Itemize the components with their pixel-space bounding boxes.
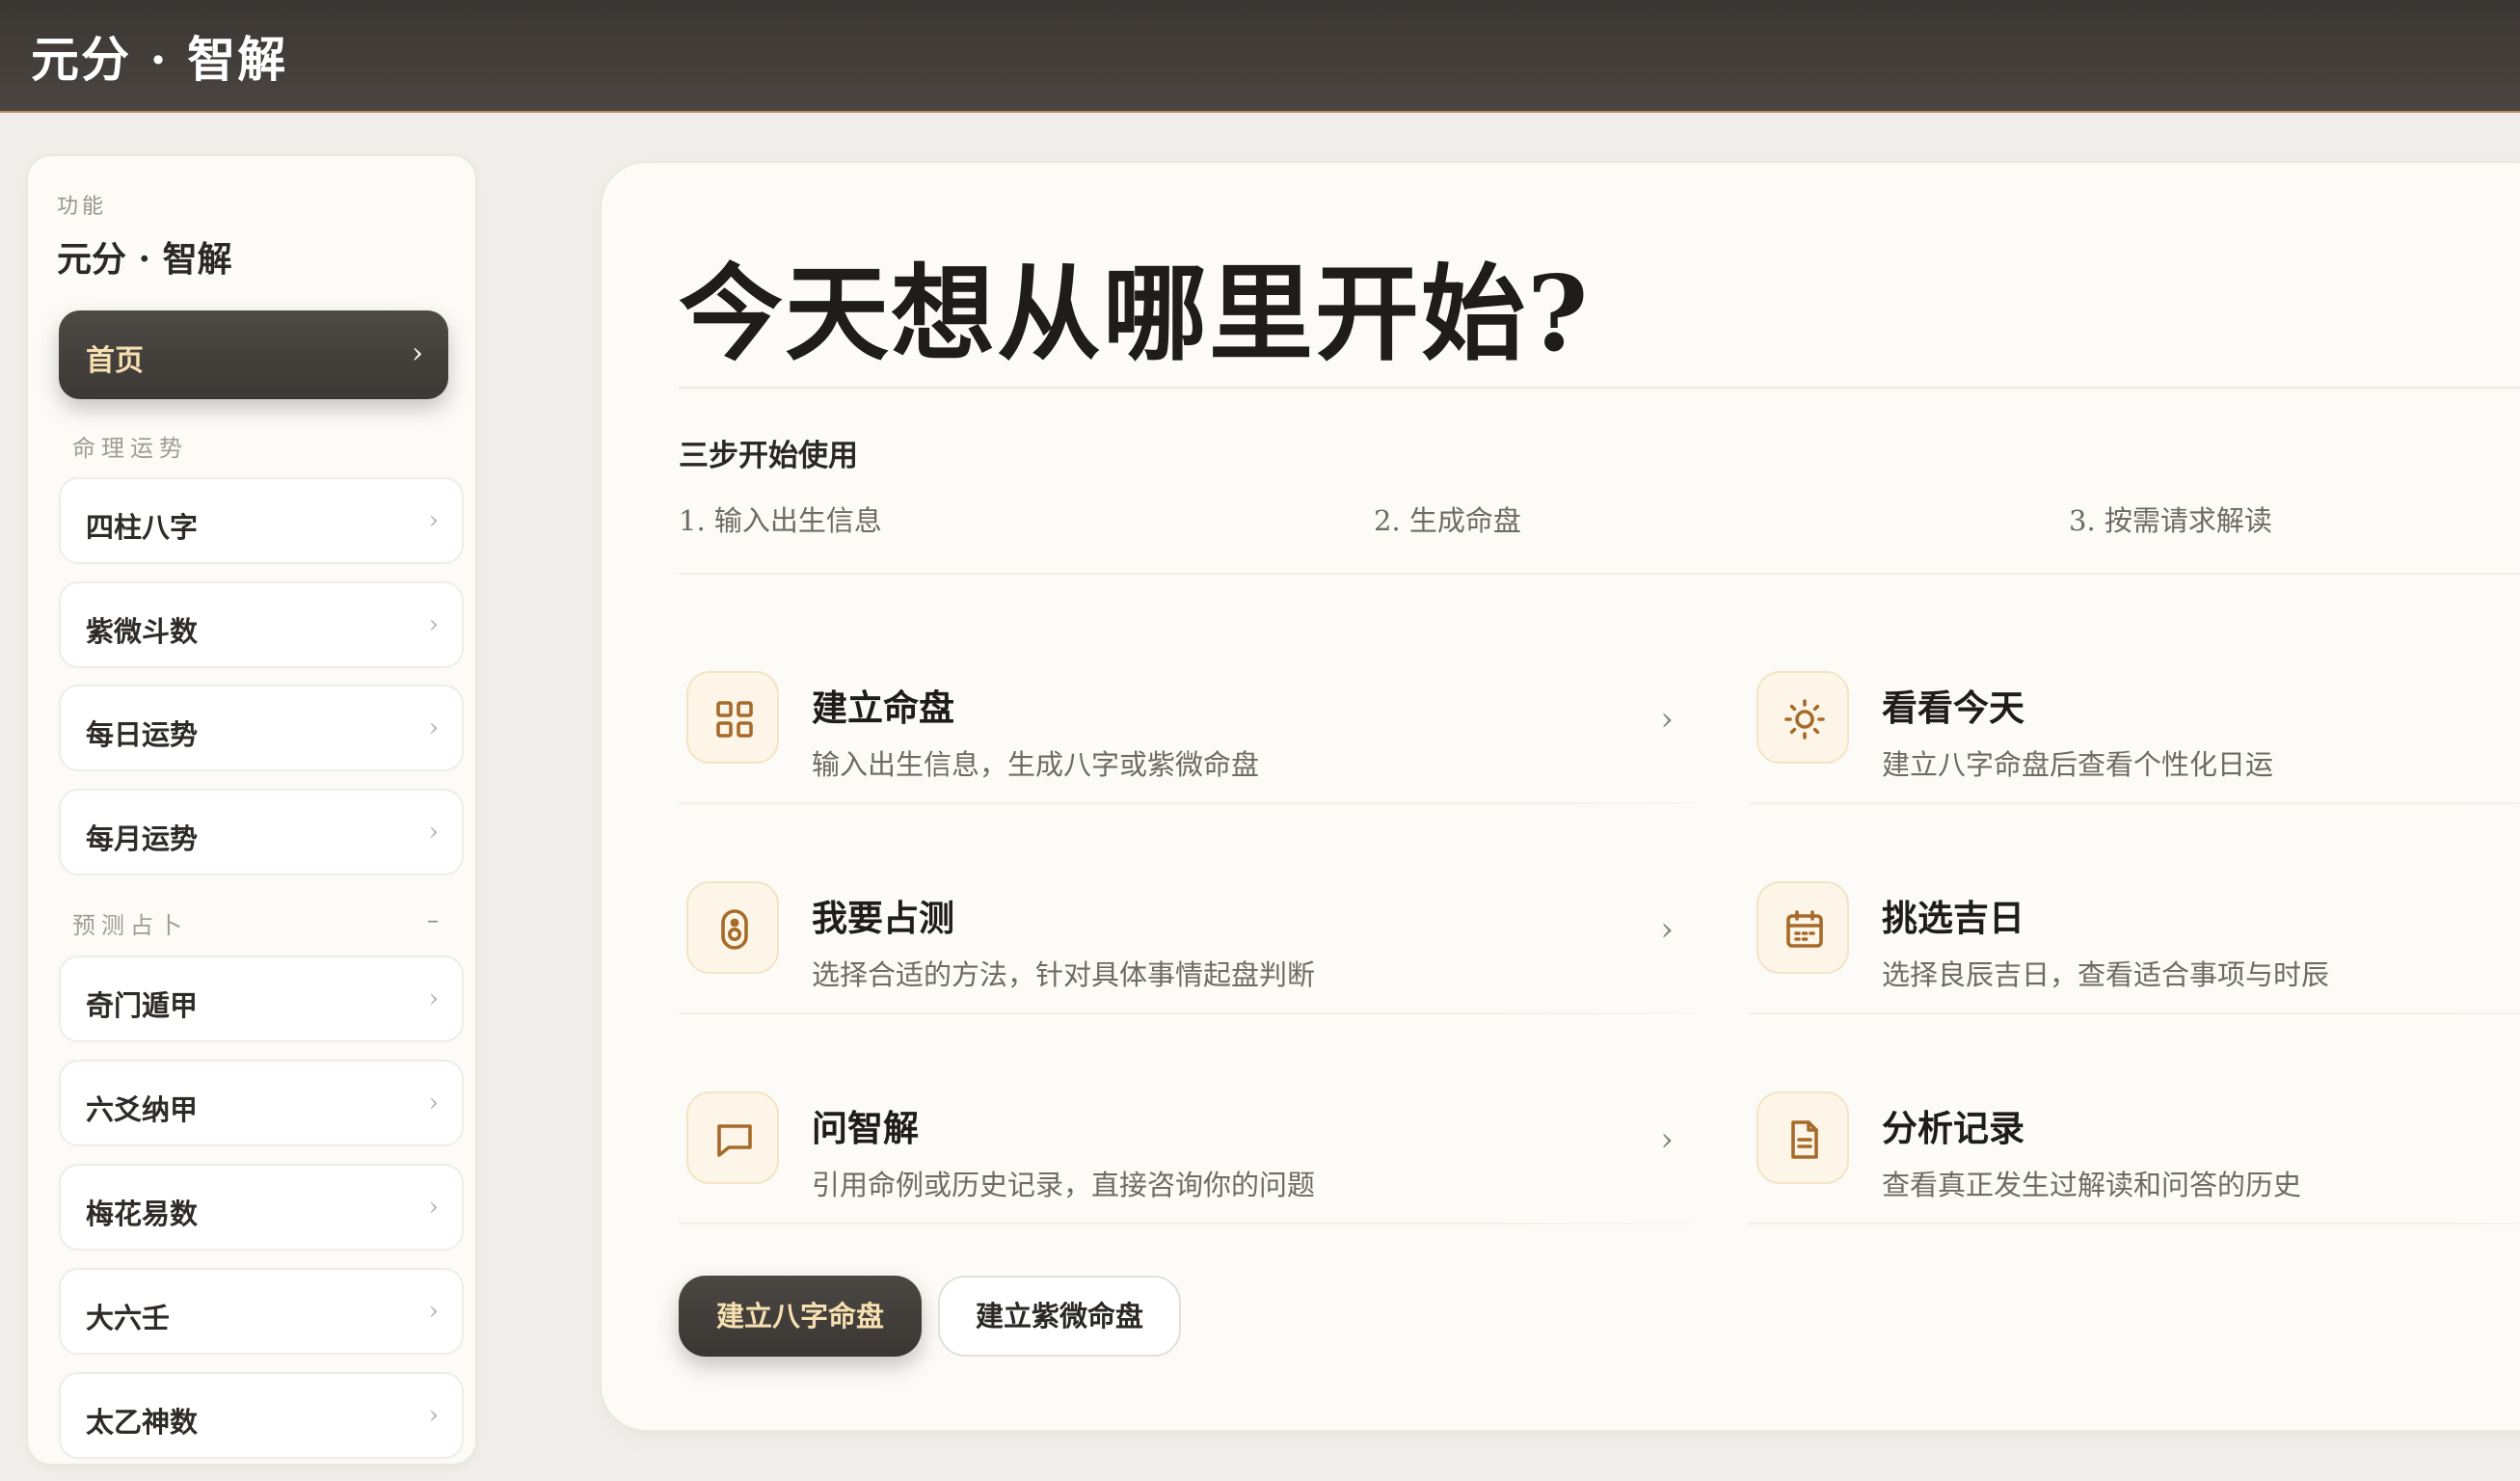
sidebar-item-taiyi[interactable]: 太乙神数 › bbox=[59, 1372, 464, 1459]
card-records[interactable]: 分析记录 查看真正发生过解读和问答的历史 bbox=[1749, 1070, 2520, 1225]
chevron-right-icon: › bbox=[428, 1401, 439, 1430]
card-description: 建立八字命盘后查看个性化日运 bbox=[1882, 748, 2274, 781]
divider bbox=[679, 802, 1695, 804]
chat-icon bbox=[686, 1091, 779, 1184]
create-bazi-chart-button[interactable]: 建立八字命盘 bbox=[679, 1276, 922, 1357]
divider bbox=[679, 387, 2520, 389]
chevron-right-icon: › bbox=[1660, 910, 1674, 949]
sidebar-item-monthly-fortune[interactable]: 每月运势 › bbox=[59, 789, 464, 875]
card-title: 我要占测 bbox=[812, 897, 954, 939]
chevron-right-icon: › bbox=[428, 984, 439, 1013]
divider bbox=[679, 1012, 1695, 1014]
chevron-right-icon: › bbox=[428, 1297, 439, 1326]
sidebar-item-ziwei[interactable]: 紫微斗数 › bbox=[59, 581, 464, 668]
divider bbox=[1749, 802, 2520, 804]
sidebar-item-label: 四柱八字 bbox=[86, 511, 199, 544]
sidebar-item-label: 每月运势 bbox=[86, 822, 199, 855]
collapse-icon[interactable]: – bbox=[427, 906, 439, 933]
chevron-right-icon: › bbox=[1660, 700, 1674, 739]
chevron-right-icon: › bbox=[428, 1193, 439, 1222]
divider bbox=[679, 573, 2520, 575]
card-auspicious-day[interactable]: 挑选吉日 选择良辰吉日，查看适合事项与时辰 bbox=[1749, 860, 2520, 1014]
app-title: 元分 · 智解 bbox=[31, 31, 288, 88]
card-description: 输入出生信息，生成八字或紫微命盘 bbox=[812, 748, 1260, 781]
sidebar-title: 元分 · 智解 bbox=[57, 239, 232, 280]
steps-title: 三步开始使用 bbox=[679, 439, 858, 473]
card-description: 引用命例或历史记录，直接咨询你的问题 bbox=[812, 1169, 1316, 1201]
sidebar-item-label: 每日运势 bbox=[86, 718, 199, 751]
sidebar-item-label: 梅花易数 bbox=[86, 1198, 199, 1230]
card-divination[interactable]: 我要占测 选择合适的方法，针对具体事情起盘判断 › bbox=[679, 860, 1695, 1014]
sidebar-item-qimen[interactable]: 奇门遁甲 › bbox=[59, 956, 464, 1042]
card-ask[interactable]: 问智解 引用命例或历史记录，直接咨询你的问题 › bbox=[679, 1070, 1695, 1225]
divider bbox=[1749, 1012, 2520, 1014]
card-description: 选择良辰吉日，查看适合事项与时辰 bbox=[1882, 958, 2330, 991]
sidebar-section-fortune: 命理运势 bbox=[72, 429, 188, 463]
step-3: 3. 按需请求解读 bbox=[2069, 504, 2272, 537]
card-title: 看看今天 bbox=[1882, 687, 2024, 729]
main-panel: 今天想从哪里开始? 三步开始使用 1. 输入出生信息 2. 生成命盘 3. 按需… bbox=[600, 161, 2520, 1432]
divider bbox=[679, 1223, 1695, 1225]
section-label: 命理运势 bbox=[72, 435, 188, 462]
card-title: 分析记录 bbox=[1882, 1107, 2024, 1149]
document-icon bbox=[1756, 1091, 1849, 1184]
sidebar-item-label: 大六壬 bbox=[86, 1302, 171, 1334]
step-2: 2. 生成命盘 bbox=[1374, 504, 1521, 537]
card-description: 选择合适的方法，针对具体事情起盘判断 bbox=[812, 958, 1316, 991]
sidebar-item-meihua[interactable]: 梅花易数 › bbox=[59, 1164, 464, 1251]
card-title: 问智解 bbox=[812, 1107, 919, 1149]
sidebar-item-bazi[interactable]: 四柱八字 › bbox=[59, 477, 464, 564]
sidebar-section-divination[interactable]: 预测占卜 – bbox=[72, 906, 439, 940]
chevron-right-icon: › bbox=[1660, 1120, 1674, 1159]
step-1: 1. 输入出生信息 bbox=[679, 504, 882, 537]
divider bbox=[1749, 1223, 2520, 1225]
section-label: 预测占卜 bbox=[72, 912, 188, 939]
chevron-right-icon: › bbox=[428, 1089, 439, 1117]
grid-icon bbox=[686, 671, 779, 764]
card-title: 建立命盘 bbox=[812, 687, 954, 729]
sidebar-item-label: 首页 bbox=[86, 344, 144, 378]
chevron-right-icon: › bbox=[428, 714, 439, 742]
sidebar-item-home[interactable]: 首页 › bbox=[59, 310, 448, 399]
card-create-chart[interactable]: 建立命盘 输入出生信息，生成八字或紫微命盘 › bbox=[679, 650, 1695, 804]
divination-icon bbox=[686, 881, 779, 974]
sidebar-item-liuren[interactable]: 大六壬 › bbox=[59, 1268, 464, 1355]
calendar-icon bbox=[1756, 881, 1849, 974]
sidebar-item-label: 六爻纳甲 bbox=[86, 1093, 199, 1126]
card-today[interactable]: 看看今天 建立八字命盘后查看个性化日运 bbox=[1749, 650, 2520, 804]
page-title: 今天想从哪里开始? bbox=[679, 254, 1591, 375]
sidebar-eyebrow: 功能 bbox=[57, 195, 108, 219]
sidebar-item-daily-fortune[interactable]: 每日运势 › bbox=[59, 685, 464, 771]
card-title: 挑选吉日 bbox=[1882, 897, 2024, 939]
chevron-right-icon: › bbox=[428, 610, 439, 639]
top-bar: 元分 · 智解 bbox=[0, 0, 2520, 113]
sidebar: 功能 元分 · 智解 首页 › 命理运势 四柱八字 › 紫微斗数 › 每日运势 … bbox=[26, 154, 477, 1466]
sidebar-item-label: 紫微斗数 bbox=[86, 615, 199, 648]
sidebar-item-label: 太乙神数 bbox=[86, 1406, 199, 1439]
chevron-right-icon: › bbox=[428, 506, 439, 535]
card-description: 查看真正发生过解读和问答的历史 bbox=[1882, 1169, 2302, 1201]
sidebar-item-label: 奇门遁甲 bbox=[86, 989, 199, 1022]
create-ziwei-chart-button[interactable]: 建立紫微命盘 bbox=[938, 1276, 1181, 1357]
chevron-right-icon: › bbox=[412, 337, 423, 370]
sun-icon bbox=[1756, 671, 1849, 764]
chevron-right-icon: › bbox=[428, 818, 439, 847]
sidebar-item-liuyao[interactable]: 六爻纳甲 › bbox=[59, 1060, 464, 1146]
